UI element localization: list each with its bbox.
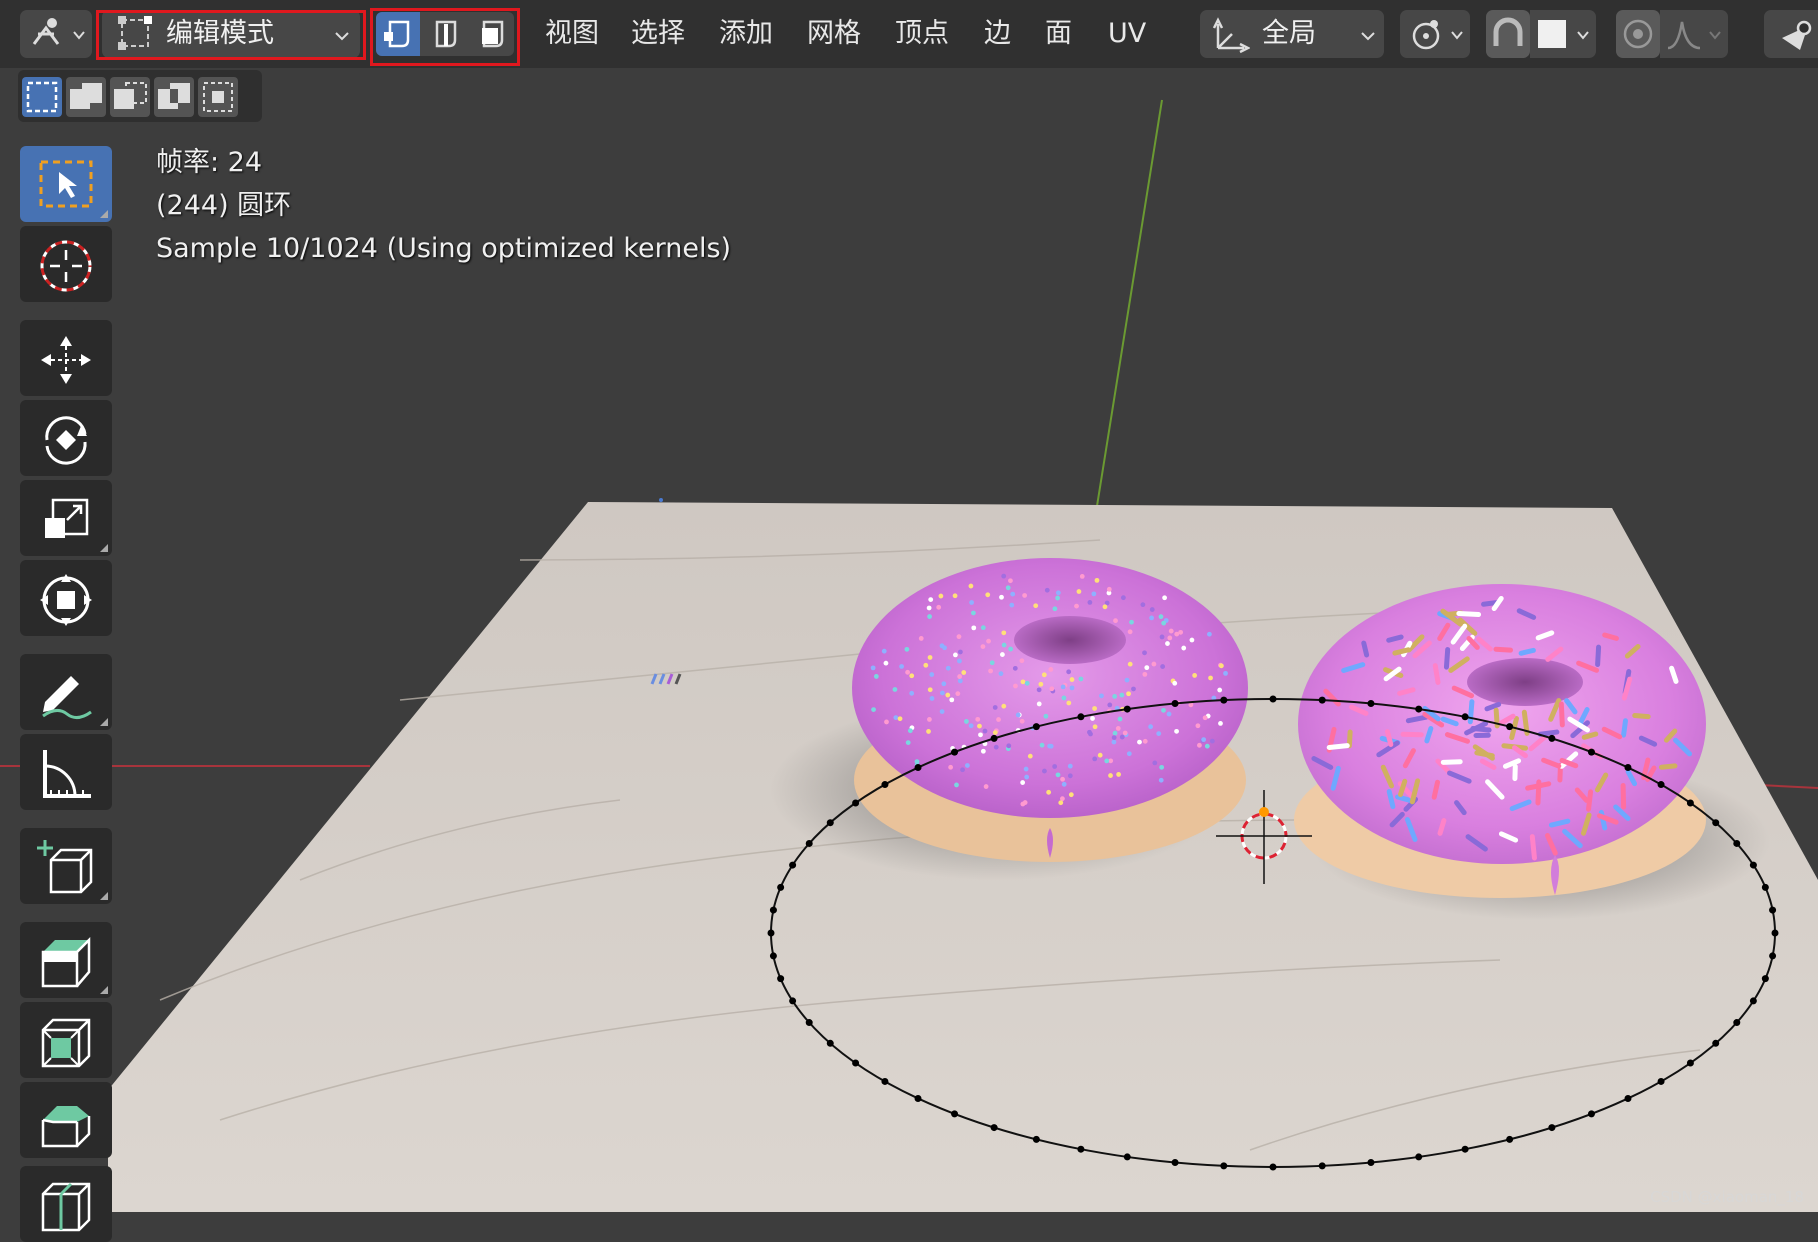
- tool-transform[interactable]: [20, 560, 112, 636]
- loop-cut-icon: [37, 1178, 95, 1234]
- tool-scale[interactable]: [20, 480, 112, 556]
- tool-bevel[interactable]: [20, 1082, 112, 1158]
- add-cube-icon: [37, 840, 95, 896]
- menu-select[interactable]: 选择: [631, 12, 685, 56]
- select-subtract-icon: [110, 77, 150, 117]
- bevel-icon: [37, 1094, 95, 1150]
- tool-rotate[interactable]: [20, 400, 112, 476]
- menu-edge[interactable]: 边: [984, 12, 1011, 56]
- orientation-label: 全局: [1262, 14, 1316, 54]
- chevron-down-icon: [1576, 28, 1590, 42]
- transform-icon: [37, 572, 95, 628]
- proportional-editing-toggle[interactable]: [1616, 10, 1660, 58]
- visibility-eye-icon: [1778, 16, 1814, 52]
- tool-inset-faces[interactable]: [20, 1002, 112, 1078]
- interaction-mode-menu[interactable]: [20, 10, 92, 58]
- snap-square-icon: [1538, 20, 1566, 48]
- tool-add-cube[interactable]: [20, 828, 112, 904]
- chevron-down-icon: [1450, 28, 1464, 42]
- measure-icon: [37, 746, 95, 802]
- select-extend-icon: [66, 77, 106, 117]
- menu-vertex[interactable]: 顶点: [895, 12, 949, 56]
- menu-uv[interactable]: UV: [1108, 12, 1146, 56]
- select-subtract-button[interactable]: [110, 77, 150, 117]
- move-icon: [37, 332, 95, 388]
- tool-variants-indicator: [100, 718, 108, 726]
- menu-add[interactable]: 添加: [719, 12, 773, 56]
- scale-icon: [37, 492, 95, 548]
- object-info: (244) 圆环: [156, 186, 291, 226]
- tool-loop-cut[interactable]: [20, 1166, 112, 1242]
- tool-measure[interactable]: [20, 734, 112, 810]
- falloff-curve-icon: [1666, 16, 1702, 52]
- select-mode-highlight: [370, 8, 520, 66]
- select-new-icon: [22, 77, 62, 117]
- pivot-point-select[interactable]: [1400, 10, 1470, 58]
- select-intersect-button[interactable]: [198, 77, 238, 117]
- tool-annotate[interactable]: [20, 654, 112, 730]
- tool-variants-indicator: [100, 892, 108, 900]
- snap-toggle[interactable]: [1486, 10, 1530, 58]
- transform-orientation-icon: [1210, 14, 1250, 54]
- mode-select-highlight: [96, 10, 366, 60]
- selection-mode-bar: [18, 70, 262, 122]
- select-invert-button[interactable]: [154, 77, 194, 117]
- chevron-down-icon: [1708, 28, 1722, 42]
- rotate-icon: [37, 412, 95, 468]
- select-new-button[interactable]: [22, 77, 62, 117]
- inset-faces-icon: [37, 1014, 95, 1070]
- tool-extrude-region[interactable]: [20, 922, 112, 998]
- tool-cursor[interactable]: [20, 226, 112, 302]
- tool-variants-indicator: [100, 210, 108, 218]
- menu-view[interactable]: 视图: [545, 12, 599, 56]
- select-intersect-icon: [198, 77, 238, 117]
- watermark: CSDN @xiaoman_18: [1650, 1188, 1804, 1206]
- tool-variants-indicator: [100, 544, 108, 552]
- chevron-down-icon: [72, 28, 86, 42]
- menu-mesh[interactable]: 网格: [807, 12, 861, 56]
- chevron-down-icon: [1360, 28, 1376, 44]
- fps-readout: 帧率: 24: [156, 143, 262, 183]
- pivot-point-icon: [1406, 14, 1446, 54]
- extrude-region-icon: [37, 934, 95, 990]
- render-sample-info: Sample 10/1024 (Using optimized kernels): [156, 229, 731, 269]
- tool-variants-indicator: [100, 986, 108, 994]
- tool-move[interactable]: [20, 320, 112, 396]
- object-interaction-icon: [28, 14, 68, 54]
- magnet-icon: [1490, 16, 1526, 52]
- falloff-select[interactable]: [1660, 10, 1728, 58]
- select-invert-icon: [154, 77, 194, 117]
- tool-select-box[interactable]: [20, 146, 112, 222]
- orientation-select[interactable]: 全局: [1200, 10, 1384, 58]
- select-box-icon: [37, 158, 95, 210]
- proportional-edit-icon: [1620, 16, 1656, 52]
- viewport-visibility-button[interactable]: [1764, 10, 1818, 58]
- cursor-icon: [37, 238, 95, 294]
- snap-target-select[interactable]: [1530, 10, 1596, 58]
- menu-face[interactable]: 面: [1045, 12, 1072, 56]
- select-extend-button[interactable]: [66, 77, 106, 117]
- annotate-icon: [37, 666, 95, 722]
- 3d-viewport[interactable]: [0, 0, 1818, 1212]
- header-bar: 编辑模式 视图 选择 添加 网格 顶点 边 面: [0, 0, 1818, 68]
